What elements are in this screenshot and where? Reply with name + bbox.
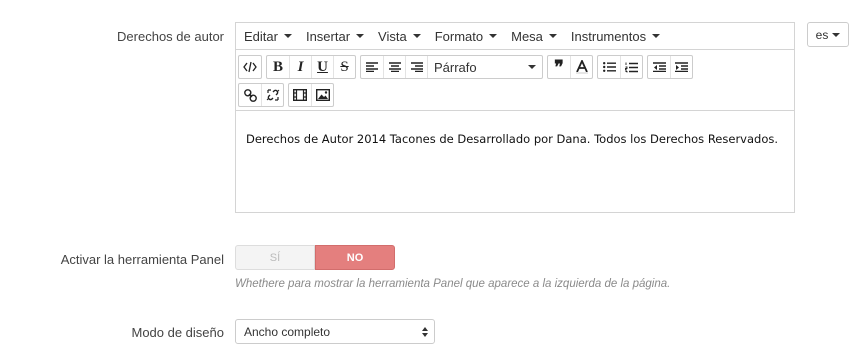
insert-image-button[interactable] — [311, 84, 333, 106]
insert-link-button[interactable] — [239, 84, 261, 106]
underline-button[interactable]: U — [311, 56, 333, 78]
remove-link-button[interactable] — [261, 84, 283, 106]
indent-icon — [675, 62, 688, 72]
numbered-list-button[interactable] — [620, 56, 642, 78]
caret-down-icon — [489, 34, 498, 38]
caret-down-icon — [548, 34, 557, 38]
updown-arrows-icon — [422, 326, 428, 337]
rich-text-editor: Editar Insertar Vista Formato Mesa Instr… — [235, 22, 795, 213]
strikethrough-button[interactable]: S — [333, 56, 355, 78]
numbered-list-icon — [625, 62, 638, 72]
blockquote-button[interactable]: ❞ — [548, 56, 570, 78]
align-right-button[interactable] — [405, 56, 427, 78]
editor-toolbar-row-2 — [236, 81, 794, 109]
menu-editar[interactable]: Editar — [244, 29, 292, 44]
editor-toolbar-row-1: B I U S Párrafo ❞ — [236, 53, 794, 81]
indent-button[interactable] — [670, 56, 692, 78]
design-mode-select[interactable]: Ancho completo — [235, 319, 435, 344]
format-select[interactable]: Párrafo — [427, 56, 542, 78]
design-mode-label: Modo de diseño — [131, 325, 224, 340]
language-dropdown[interactable]: es — [807, 22, 849, 47]
code-icon — [243, 61, 257, 73]
menu-instrumentos[interactable]: Instrumentos — [571, 29, 661, 44]
align-right-icon — [410, 62, 423, 72]
italic-button[interactable]: I — [289, 56, 311, 78]
bold-button[interactable]: B — [267, 56, 289, 78]
bullet-list-button[interactable] — [598, 56, 620, 78]
panel-tool-toggle: SÍ NO — [235, 245, 395, 270]
editor-menubar: Editar Insertar Vista Formato Mesa Instr… — [236, 23, 794, 49]
image-icon — [315, 89, 330, 101]
toggle-no-option[interactable]: NO — [315, 245, 395, 270]
outdent-icon — [652, 62, 666, 72]
caret-down-icon — [652, 34, 661, 38]
caret-down-icon — [528, 65, 536, 69]
quote-icon: ❞ — [554, 56, 564, 77]
caret-down-icon — [283, 34, 292, 38]
link-icon — [243, 88, 257, 102]
outdent-button[interactable] — [648, 56, 670, 78]
menu-mesa[interactable]: Mesa — [511, 29, 557, 44]
text-color-icon — [575, 60, 588, 74]
unlink-icon — [266, 89, 279, 101]
align-left-icon — [366, 62, 378, 72]
text-color-button[interactable] — [570, 56, 592, 78]
toggle-yes-option[interactable]: SÍ — [235, 245, 315, 270]
menu-insertar[interactable]: Insertar — [306, 29, 365, 44]
align-left-button[interactable] — [361, 56, 383, 78]
source-code-button[interactable] — [239, 56, 261, 78]
align-center-button[interactable] — [383, 56, 405, 78]
caret-down-icon — [356, 34, 365, 38]
align-center-icon — [388, 62, 401, 72]
menu-formato[interactable]: Formato — [435, 29, 498, 44]
caret-down-icon — [412, 34, 421, 38]
film-icon — [293, 89, 307, 101]
panel-tool-label: Activar la herramienta Panel — [60, 252, 224, 267]
caret-down-icon — [832, 32, 841, 37]
editor-content[interactable]: Derechos de Autor 2014 Tacones de Desarr… — [246, 132, 778, 146]
insert-video-button[interactable] — [289, 84, 311, 106]
menu-vista[interactable]: Vista — [378, 29, 421, 44]
panel-tool-help: Whethere para mostrar la herramienta Pan… — [235, 278, 671, 290]
copyright-label: Derechos de autor — [117, 29, 224, 44]
bullet-list-icon — [602, 62, 616, 72]
